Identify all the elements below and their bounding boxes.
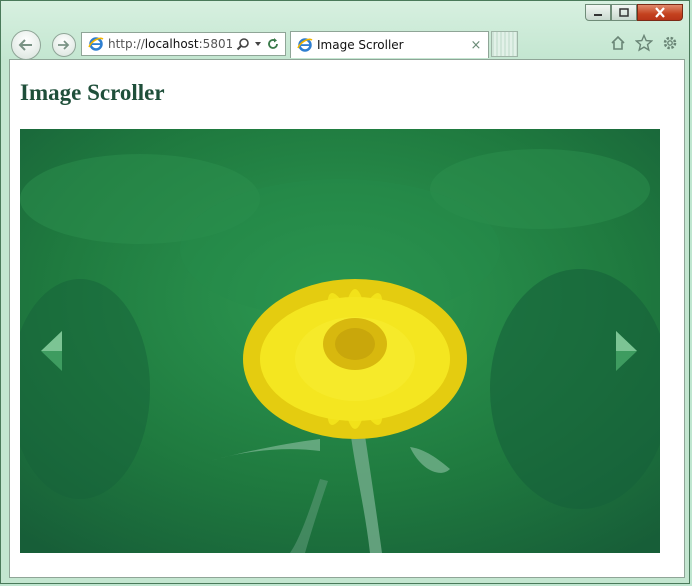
close-window-button[interactable]: [637, 4, 683, 21]
address-url-host: localhost: [144, 37, 199, 51]
image-scroller: [20, 129, 660, 553]
address-url[interactable]: http://localhost:58013/I: [108, 37, 232, 51]
forward-icon: [58, 40, 70, 50]
refresh-icon[interactable]: [266, 37, 280, 51]
maximize-icon: [619, 7, 629, 17]
page-title: Image Scroller: [20, 80, 165, 105]
left-arrow-icon: [41, 331, 62, 371]
next-image-button[interactable]: [612, 329, 640, 373]
back-button[interactable]: [11, 30, 41, 60]
previous-image-button[interactable]: [38, 329, 66, 373]
home-icon[interactable]: [609, 34, 627, 52]
tab-title: Image Scroller: [317, 38, 404, 52]
maximize-button[interactable]: [611, 4, 637, 21]
minimize-button[interactable]: [585, 4, 611, 21]
new-tab-button[interactable]: [491, 31, 518, 57]
dropdown-icon[interactable]: [254, 40, 262, 48]
tab-close-icon[interactable]: ×: [468, 38, 484, 53]
right-arrow-icon: [616, 331, 637, 371]
address-url-prefix: http://: [108, 37, 145, 51]
minimize-icon: [594, 13, 602, 16]
search-icon[interactable]: [236, 37, 250, 51]
address-url-rest: :58013/I: [198, 37, 232, 51]
close-icon: [655, 7, 665, 18]
flower-photo: [20, 129, 660, 553]
command-icons: [609, 33, 679, 52]
browser-toolbar: http://localhost:58013/I Image Scroller …: [1, 27, 689, 60]
ie-icon: [88, 37, 104, 51]
address-bar[interactable]: http://localhost:58013/I: [81, 32, 286, 56]
tab-ie-icon: [297, 38, 313, 52]
favorites-star-icon[interactable]: [634, 33, 654, 52]
settings-gear-icon[interactable]: [661, 34, 679, 52]
forward-button[interactable]: [52, 33, 76, 57]
back-icon: [18, 39, 32, 51]
browser-window: http://localhost:58013/I Image Scroller …: [0, 0, 690, 584]
page-content: Image Scroller: [9, 59, 685, 578]
tab-image-scroller[interactable]: Image Scroller ×: [290, 31, 489, 58]
window-controls: [585, 4, 683, 22]
